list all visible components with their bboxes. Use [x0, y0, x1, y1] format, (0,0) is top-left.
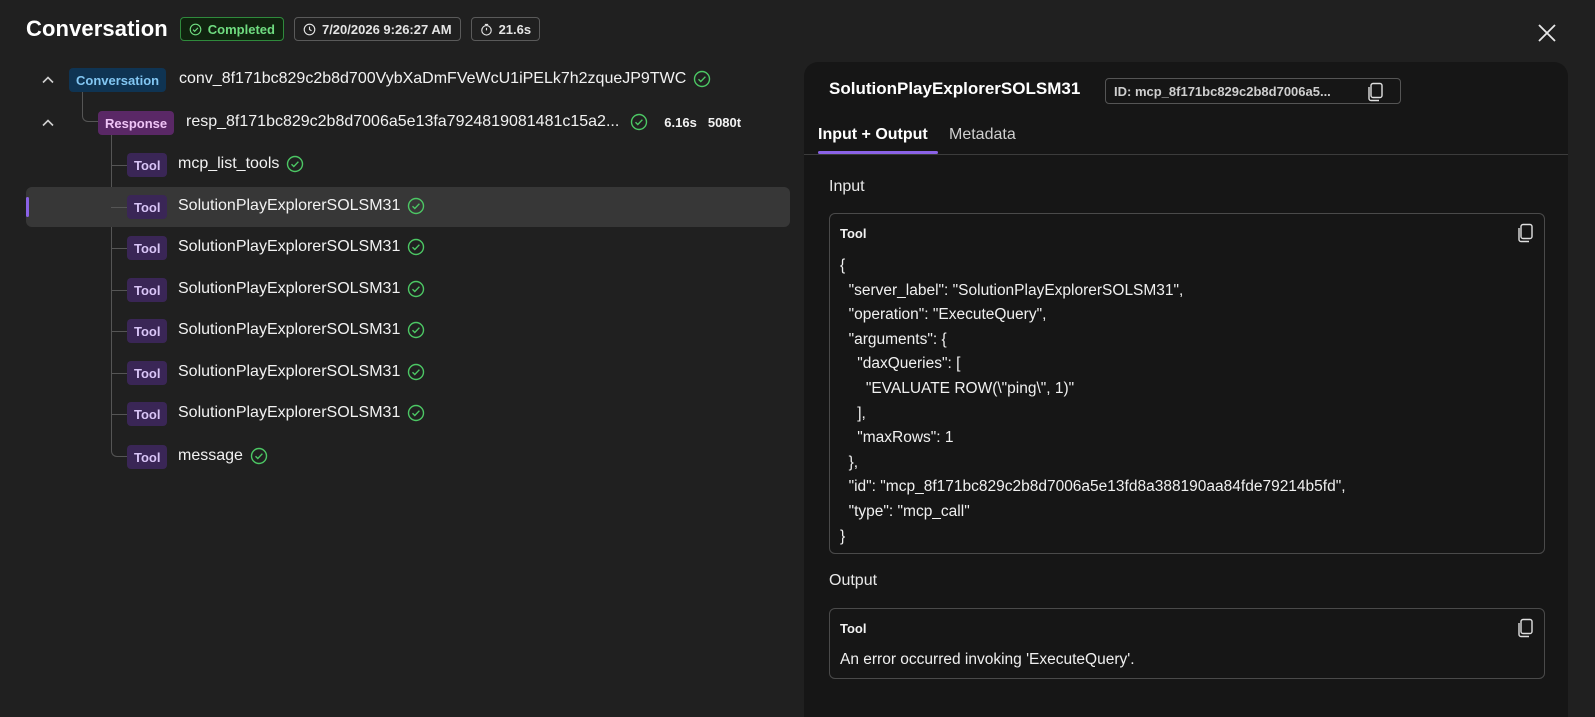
- copy-icon[interactable]: [1516, 223, 1534, 243]
- tool-badge: Tool: [127, 153, 168, 177]
- check-circle-icon: [408, 280, 425, 298]
- timestamp-text: 7/20/2026 9:26:27 AM: [321, 21, 452, 37]
- tool-label: SolutionPlayExplorerSOLSM31: [178, 280, 401, 297]
- duration-text: 21.6s: [498, 21, 532, 37]
- tool-node: SolutionPlayExplorerSOLSM31: [178, 363, 425, 381]
- copy-icon[interactable]: [1516, 618, 1534, 638]
- output-box-title: Tool: [840, 621, 867, 636]
- tree-row-conversation[interactable]: Conversation conv_8f171bc829c2b8d700VybX…: [26, 60, 790, 100]
- check-circle-icon: [408, 197, 425, 215]
- output-box: Tool An error occurred invoking 'Execute…: [829, 608, 1545, 679]
- tree-connector: [111, 373, 127, 374]
- clock-icon: [303, 23, 316, 35]
- page-title: Conversation: [26, 16, 168, 41]
- chevron-up-icon[interactable]: [41, 116, 55, 130]
- chevron-up-icon[interactable]: [41, 73, 55, 87]
- tool-node: SolutionPlayExplorerSOLSM31: [178, 197, 425, 215]
- tool-label: SolutionPlayExplorerSOLSM31: [178, 363, 401, 380]
- header: Conversation Completed 7/20/2026 9:26:27…: [26, 16, 541, 42]
- tool-label: message: [178, 447, 243, 464]
- input-box: Tool { "server_label": "SolutionPlayExpl…: [829, 213, 1545, 554]
- selection-indicator: [26, 197, 29, 217]
- tool-badge: Tool: [127, 236, 168, 260]
- tool-badge: Tool: [127, 402, 168, 426]
- tree-row-tool[interactable]: Tool SolutionPlayExplorerSOLSM31: [26, 353, 790, 393]
- status-text: Completed: [207, 21, 275, 37]
- tree-row-tool[interactable]: Tool SolutionPlayExplorerSOLSM31: [26, 228, 790, 268]
- tool-badge: Tool: [127, 361, 168, 385]
- response-time: 6.16s: [664, 114, 697, 130]
- check-circle-icon: [408, 238, 425, 256]
- tree-connector: [111, 331, 127, 332]
- tool-node: SolutionPlayExplorerSOLSM31: [178, 321, 425, 339]
- panel-title: SolutionPlayExplorerSOLSM31: [829, 79, 1081, 98]
- tree-row-tool[interactable]: Tool message: [26, 437, 790, 477]
- copy-icon[interactable]: [1366, 82, 1384, 102]
- tool-label: mcp_list_tools: [178, 155, 280, 172]
- output-text: An error occurred invoking 'ExecuteQuery…: [840, 651, 1135, 668]
- tree-connector: [111, 290, 127, 291]
- tree-connector: [111, 414, 127, 415]
- response-label: resp_8f171bc829c2b8d7006a5e13fa792481908…: [186, 113, 620, 130]
- conversation-trace-page: Conversation Completed 7/20/2026 9:26:27…: [0, 0, 1595, 717]
- check-circle-icon: [408, 404, 425, 422]
- id-field[interactable]: ID: mcp_8f171bc829c2b8d7006a5...: [1105, 78, 1401, 104]
- tool-badge: Tool: [127, 278, 168, 302]
- tab-metadata[interactable]: Metadata: [949, 126, 1016, 144]
- check-circle-icon: [189, 23, 202, 35]
- tree-row-tool[interactable]: Tool mcp_list_tools: [26, 145, 790, 185]
- duration-badge: 21.6s: [470, 17, 541, 41]
- response-tokens: 5080t: [707, 114, 742, 130]
- response-badge: Response: [98, 111, 175, 135]
- tree-row-tool[interactable]: Tool SolutionPlayExplorerSOLSM31: [26, 394, 790, 434]
- response-id: resp_8f171bc829c2b8d7006a5e13fa792481908…: [186, 113, 741, 131]
- tree-row-tool[interactable]: Tool SolutionPlayExplorerSOLSM31: [26, 311, 790, 351]
- check-circle-icon: [287, 155, 304, 173]
- input-box-title: Tool: [840, 226, 867, 241]
- tool-label: SolutionPlayExplorerSOLSM31: [178, 197, 401, 214]
- id-text: ID: mcp_8f171bc829c2b8d7006a5...: [1114, 83, 1331, 99]
- status-badge: Completed: [179, 17, 284, 41]
- tree-connector: [111, 207, 127, 208]
- tool-node: SolutionPlayExplorerSOLSM31: [178, 238, 425, 256]
- check-circle-icon: [408, 321, 425, 339]
- check-circle-icon: [250, 447, 268, 465]
- tree-row-tool-selected[interactable]: Tool SolutionPlayExplorerSOLSM31: [26, 187, 790, 227]
- conversation-id: conv_8f171bc829c2b8d700VybXaDmFVeWcU1iPE…: [179, 70, 711, 88]
- check-circle-icon: [408, 363, 425, 381]
- input-section-label: Input: [829, 178, 865, 195]
- tabs-divider: [804, 154, 1568, 155]
- tool-node: mcp_list_tools: [178, 155, 304, 173]
- output-section-label: Output: [829, 572, 878, 589]
- tool-label: SolutionPlayExplorerSOLSM31: [178, 238, 401, 255]
- timestamp-badge: 7/20/2026 9:26:27 AM: [293, 17, 461, 41]
- stopwatch-icon: [480, 23, 492, 36]
- detail-panel: SolutionPlayExplorerSOLSM31 ID: mcp_8f17…: [804, 62, 1568, 717]
- tree-row-response[interactable]: Response resp_8f171bc829c2b8d7006a5e13fa…: [26, 103, 790, 143]
- conversation-label: conv_8f171bc829c2b8d700VybXaDmFVeWcU1iPE…: [179, 70, 687, 87]
- input-json: { "server_label": "SolutionPlayExplorerS…: [840, 257, 1346, 545]
- tool-node: SolutionPlayExplorerSOLSM31: [178, 280, 425, 298]
- tool-badge: Tool: [127, 319, 168, 343]
- tool-label: SolutionPlayExplorerSOLSM31: [178, 404, 401, 421]
- tree-row-tool[interactable]: Tool SolutionPlayExplorerSOLSM31: [26, 270, 790, 310]
- tool-badge: Tool: [127, 195, 168, 219]
- check-circle-icon: [694, 70, 711, 88]
- tool-node: SolutionPlayExplorerSOLSM31: [178, 404, 425, 422]
- tool-label: SolutionPlayExplorerSOLSM31: [178, 321, 401, 338]
- tree-connector: [111, 165, 127, 166]
- tool-node: message: [178, 447, 268, 465]
- tree-connector: [111, 248, 127, 249]
- conversation-badge: Conversation: [69, 68, 167, 92]
- close-icon[interactable]: [1536, 22, 1558, 44]
- check-circle-icon: [631, 113, 648, 131]
- tab-input-output[interactable]: Input + Output: [818, 126, 928, 144]
- tool-badge: Tool: [127, 445, 168, 469]
